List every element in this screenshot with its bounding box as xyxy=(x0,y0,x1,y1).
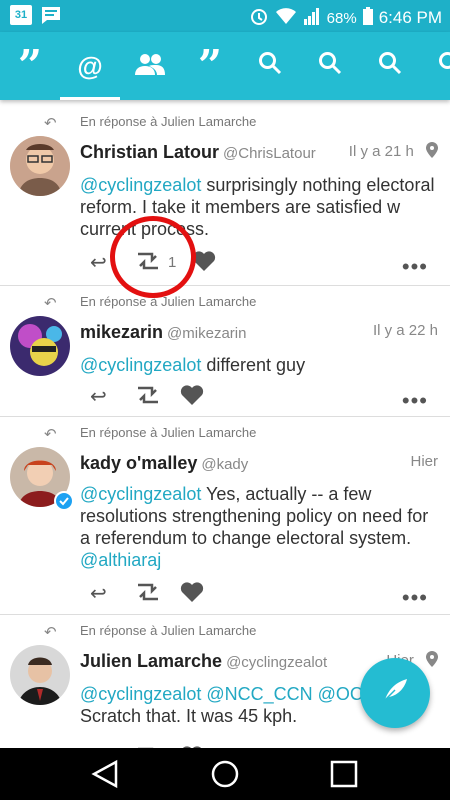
more-icon[interactable]: ••• xyxy=(402,254,428,280)
reply-icon: ↶ xyxy=(44,426,57,443)
heart-icon[interactable] xyxy=(180,581,204,609)
quote-icon: ” xyxy=(17,41,43,90)
tab-search-3[interactable] xyxy=(360,32,420,100)
tab-bar: ” @ ” xyxy=(0,32,450,100)
heart-icon[interactable] xyxy=(180,384,204,412)
tweet-text: @cyclingzealot Yes, actually -- a few re… xyxy=(80,484,429,570)
tweet-time: Il y a 22 h xyxy=(372,322,438,339)
tweet-item[interactable]: ↶ En réponse à Julien Lamarche Christian… xyxy=(0,100,450,286)
tweet-actions: ↩ ••• xyxy=(80,384,442,414)
tab-search-1[interactable] xyxy=(240,32,300,100)
avatar[interactable] xyxy=(10,447,74,511)
tweet-time: Il y a 21 h xyxy=(349,142,438,160)
clock-time: 6:46 PM xyxy=(378,8,442,27)
reply-icon: ↶ xyxy=(44,115,57,132)
tweet-text: @cyclingzealot different guy xyxy=(80,355,306,375)
compose-button[interactable] xyxy=(360,658,430,728)
wifi-icon xyxy=(275,7,297,29)
tweet-item[interactable]: ↶ En réponse à Julien Lamarche kady o'ma… xyxy=(0,417,450,615)
tweet-author[interactable]: Julien Lamarche @cyclingzealot xyxy=(80,651,327,672)
reply-icon[interactable]: ↩ xyxy=(90,250,107,275)
reply-context: ↶ En réponse à Julien Lamarche xyxy=(44,294,257,312)
tweet-handle: @mikezarin xyxy=(167,325,247,342)
mention-link[interactable]: @cyclingzealot xyxy=(80,175,201,195)
back-icon[interactable] xyxy=(88,756,124,792)
reply-context: ↶ En réponse à Julien Lamarche xyxy=(44,114,257,132)
quote-icon: ” xyxy=(197,41,223,90)
tab-quotes[interactable]: ” xyxy=(0,32,60,100)
tweet-author[interactable]: kady o'malley @kady xyxy=(80,453,248,474)
mention-link[interactable]: @althiaraj xyxy=(80,550,161,570)
reply-context: ↶ En réponse à Julien Lamarche xyxy=(44,425,257,443)
recents-icon[interactable] xyxy=(326,756,362,792)
tab-mentions[interactable]: @ xyxy=(60,32,120,100)
mention-icon: @ xyxy=(77,50,103,81)
mentions-feed[interactable]: ↶ En réponse à Julien Lamarche Christian… xyxy=(0,100,450,748)
status-bar: 31 68% 6:46 PM xyxy=(0,0,450,32)
reply-context: ↶ En réponse à Julien Lamarche xyxy=(44,623,257,641)
search-icon xyxy=(258,51,282,82)
tab-people[interactable] xyxy=(120,32,180,100)
android-nav-bar xyxy=(0,748,450,800)
location-icon xyxy=(426,651,438,667)
tab-quotes-2[interactable]: ” xyxy=(180,32,240,100)
search-icon xyxy=(438,51,450,82)
reply-icon[interactable]: ↩ xyxy=(90,384,107,409)
quill-icon xyxy=(381,676,409,711)
tweet-actions: ↩ ••• xyxy=(80,581,442,611)
avatar[interactable] xyxy=(10,645,70,705)
battery-icon xyxy=(362,7,373,29)
search-icon xyxy=(318,51,342,82)
tweet-handle: @cyclingzealot xyxy=(226,654,328,671)
message-icon xyxy=(40,5,62,29)
home-icon[interactable] xyxy=(207,756,243,792)
reply-icon: ↶ xyxy=(44,624,57,641)
tweet-handle: @kady xyxy=(201,456,249,473)
tweet-author[interactable]: mikezarin @mikezarin xyxy=(80,322,246,343)
calendar-icon: 31 xyxy=(10,5,32,25)
mention-link[interactable]: @cyclingzealot xyxy=(80,355,201,375)
annotation-circle xyxy=(110,216,196,298)
avatar[interactable] xyxy=(10,316,70,376)
avatar[interactable] xyxy=(10,136,70,196)
tweet-time: Hier xyxy=(410,453,438,470)
search-icon xyxy=(378,51,402,82)
more-icon[interactable]: ••• xyxy=(402,585,428,611)
alarm-icon xyxy=(249,6,269,30)
reply-icon: ↶ xyxy=(44,295,57,312)
mention-link[interactable]: @cyclingzealot @NCC_CCN @OC_ xyxy=(80,684,373,704)
retweet-icon[interactable] xyxy=(134,384,162,412)
tab-search-2[interactable] xyxy=(300,32,360,100)
location-icon xyxy=(426,142,438,158)
tweet-author[interactable]: Christian Latour @ChrisLatour xyxy=(80,142,316,163)
signal-icon xyxy=(303,7,321,29)
verified-badge-icon xyxy=(54,491,74,511)
tab-search-4[interactable] xyxy=(420,32,450,100)
tweet-item[interactable]: ↶ En réponse à Julien Lamarche mikezarin… xyxy=(0,286,450,417)
more-icon[interactable]: ••• xyxy=(402,388,428,414)
mention-link[interactable]: @cyclingzealot xyxy=(80,484,201,504)
retweet-icon[interactable] xyxy=(134,581,162,609)
reply-icon[interactable]: ↩ xyxy=(90,581,107,606)
battery-percent: 68% xyxy=(326,9,357,27)
tweet-handle: @ChrisLatour xyxy=(223,145,316,162)
people-icon xyxy=(135,51,165,82)
